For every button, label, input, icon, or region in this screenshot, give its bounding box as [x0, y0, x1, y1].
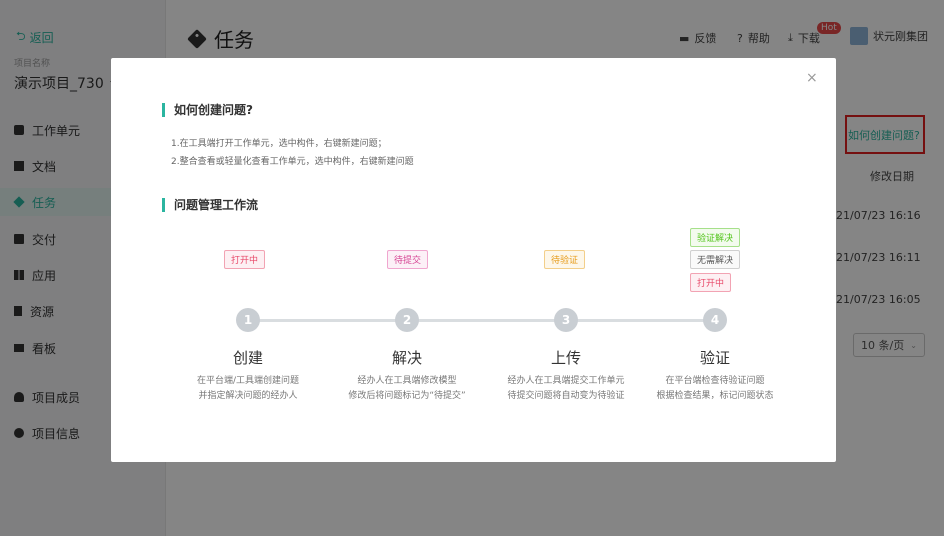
step-name: 验证: [699, 349, 730, 367]
section-title-create: 如何创建问题?: [162, 103, 253, 117]
step-desc: 根据检查结果，标记问题状态: [656, 391, 774, 401]
step-desc: 并指定解决问题的经办人: [198, 391, 298, 401]
status-badge-open: 打开中: [224, 250, 266, 269]
section-title-workflow: 问题管理工作流: [162, 198, 258, 212]
step-name: 上传: [550, 349, 581, 367]
step-desc: 修改后将问题标记为“待提交”: [348, 391, 466, 401]
step-desc: 经办人在工具端修改模型: [357, 376, 457, 386]
status-badge-pending-verify: 待验证: [544, 250, 586, 269]
status-badge-pending-submit: 待提交: [387, 250, 429, 269]
step-name: 解决: [391, 349, 422, 367]
status-badge-verify-solved: 验证解决: [690, 228, 741, 247]
step-desc: 在平台端/工具端创建问题: [196, 376, 300, 386]
step-number: 1: [236, 308, 260, 332]
close-icon[interactable]: ×: [806, 70, 818, 86]
step-desc: 在平台端检查待验证问题: [665, 376, 765, 386]
step-desc: 经办人在工具端提交工作单元: [507, 376, 625, 386]
step-number: 4: [703, 308, 727, 332]
step-desc: 待提交问题将自动变为待验证: [507, 391, 625, 401]
step-name: 创建: [232, 349, 263, 367]
step-number: 2: [395, 308, 419, 332]
create-desc-1: 1.在工具端打开工作单元，选中构件，右键新建问题；: [171, 139, 387, 149]
workflow-line: [248, 319, 716, 322]
status-badge-open-again: 打开中: [690, 273, 732, 292]
create-desc-2: 2.整合查看或轻量化查看工作单元，选中构件，右键新建问题: [171, 157, 414, 167]
help-modal: × 如何创建问题? 1.在工具端打开工作单元，选中构件，右键新建问题； 2.整合…: [111, 58, 836, 462]
status-badge-no-need: 无需解决: [690, 250, 741, 269]
step-number: 3: [554, 308, 578, 332]
